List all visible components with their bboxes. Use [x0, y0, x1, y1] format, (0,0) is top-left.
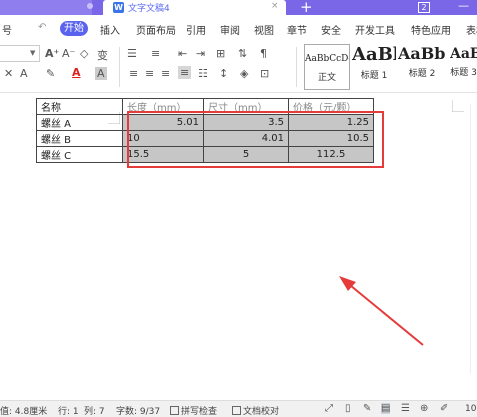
- table-header-cell[interactable]: 名称: [36, 98, 123, 115]
- edit-pen-icon[interactable]: ✎: [363, 403, 371, 414]
- font-size-label: 号: [2, 26, 12, 37]
- style-gallery: AaBbCcDd 正文 AaBb 标题 1 AaBb( 标题 2 AaBb 标题…: [300, 44, 477, 90]
- outline-view-icon[interactable]: ☰: [401, 403, 410, 414]
- line-number: 行: 1: [58, 407, 79, 417]
- justify-icon[interactable]: ≡: [178, 66, 192, 79]
- tab-start[interactable]: 开始: [60, 21, 88, 36]
- fullscreen-icon[interactable]: ⤢: [325, 403, 333, 414]
- strikethrough-icon[interactable]: ✕: [4, 67, 13, 80]
- document-title: 文字文稿4: [128, 4, 170, 14]
- status-bar: 值: 4.8厘米 行: 1 列: 7 字数: 9/37 拼写检查 文档校对 ⤢ …: [0, 400, 477, 417]
- checkbox-icon: [232, 406, 241, 415]
- table-cell[interactable]: 螺丝 B: [36, 130, 123, 147]
- show-marks-icon[interactable]: ¶: [260, 47, 267, 60]
- align-right-icon[interactable]: ≡: [161, 67, 170, 80]
- doc-check-toggle[interactable]: 文档校对: [232, 404, 279, 417]
- tab-view[interactable]: 视图: [254, 22, 274, 37]
- style-normal[interactable]: AaBbCcDd 正文: [304, 44, 350, 90]
- writer-doc-icon: W: [113, 2, 124, 13]
- tab-table[interactable]: 表格: [466, 22, 477, 37]
- home-tab-close-icon[interactable]: [87, 3, 93, 9]
- spell-check-toggle[interactable]: 拼写检查: [170, 404, 217, 417]
- distributed-icon[interactable]: ☷: [198, 67, 208, 80]
- web-view-icon[interactable]: ⊕: [420, 403, 428, 414]
- highlight-rectangle: [127, 111, 384, 168]
- column-number: 列: 7: [84, 407, 105, 417]
- grow-font-icon[interactable]: A⁺: [45, 47, 59, 60]
- table-cell[interactable]: 螺丝 C: [36, 146, 123, 163]
- vertical-scroll-track[interactable]: [470, 104, 471, 374]
- checkbox-icon: [170, 406, 179, 415]
- home-tab[interactable]: [0, 0, 93, 15]
- sort-icon[interactable]: ⇅: [238, 47, 247, 60]
- tab-references[interactable]: 引用: [186, 22, 206, 37]
- clear-format-icon[interactable]: ◇: [80, 47, 88, 60]
- text-effect-icon[interactable]: A: [20, 67, 28, 80]
- numbered-list-icon[interactable]: ≡: [151, 47, 160, 60]
- word-count[interactable]: 字数: 9/37: [116, 404, 160, 417]
- write-mode-icon[interactable]: ✐: [440, 403, 448, 414]
- chevron-down-icon[interactable]: ▼: [30, 49, 35, 57]
- table-cell[interactable]: 螺丝 A: [36, 114, 123, 131]
- toolbar-divider: [296, 47, 297, 87]
- close-tab-icon[interactable]: ×: [271, 1, 279, 11]
- borders-icon[interactable]: ⊡: [260, 67, 269, 80]
- title-bar: W 文字文稿4 × + 2 —: [0, 0, 477, 16]
- ribbon-toolbar: ▼ A⁺ A⁻ ◇ 变 ✕ A ✎ A A ☰ ≡ ⇤ ⇥ ⊞ ⇅ ¶ ≡ ≡ …: [0, 41, 477, 93]
- shading-icon[interactable]: ◈: [240, 67, 248, 80]
- align-left-icon[interactable]: ≡: [129, 67, 138, 80]
- minimize-icon[interactable]: —: [458, 0, 469, 12]
- style-heading-2[interactable]: AaBb( 标题 2: [398, 44, 446, 90]
- char-shading-icon[interactable]: A: [95, 67, 107, 80]
- line-spacing-icon[interactable]: ↕: [219, 67, 228, 80]
- style-heading-3[interactable]: AaBb 标题 3: [450, 44, 477, 90]
- margin-corner-top-right: [452, 100, 464, 112]
- increase-indent-icon[interactable]: ⇥: [196, 47, 205, 60]
- tab-page-layout[interactable]: 页面布局: [136, 22, 176, 37]
- shrink-font-icon[interactable]: A⁻: [62, 47, 75, 60]
- new-tab-button[interactable]: +: [300, 0, 313, 16]
- toolbar-divider: [119, 47, 120, 87]
- tab-developer[interactable]: 开发工具: [355, 22, 395, 37]
- menu-bar: 号 ↶ 开始 插入 页面布局 引用 审阅 视图 章节 安全 开发工具 特色应用 …: [0, 15, 477, 41]
- tab-special[interactable]: 特色应用: [411, 22, 451, 37]
- tab-insert[interactable]: 插入: [100, 22, 120, 37]
- style-heading-1[interactable]: AaBb 标题 1: [352, 44, 396, 90]
- page-view-icon[interactable]: ▤: [381, 403, 391, 414]
- phonetic-icon[interactable]: 变: [97, 47, 108, 63]
- read-mode-icon[interactable]: ▯: [345, 403, 351, 414]
- align-center-icon[interactable]: ≡: [145, 67, 154, 80]
- window-count-badge[interactable]: 2: [418, 2, 430, 13]
- tab-review[interactable]: 审阅: [220, 22, 240, 37]
- zoom-level[interactable]: 10: [465, 404, 476, 414]
- chinese-layout-icon[interactable]: ⊞: [216, 47, 225, 60]
- document-tab[interactable]: W 文字文稿4 ×: [103, 0, 286, 15]
- tab-security[interactable]: 安全: [321, 22, 341, 37]
- cursor-position: 值: 4.8厘米: [0, 407, 48, 417]
- font-color-icon[interactable]: A: [72, 66, 81, 79]
- highlight-icon[interactable]: ✎: [46, 67, 55, 80]
- decrease-indent-icon[interactable]: ⇤: [178, 47, 187, 60]
- bullet-list-icon[interactable]: ☰: [127, 47, 137, 60]
- undo-icon[interactable]: ↶: [38, 22, 46, 33]
- tab-section[interactable]: 章节: [287, 22, 307, 37]
- font-size-dropdown[interactable]: ▼: [0, 45, 40, 62]
